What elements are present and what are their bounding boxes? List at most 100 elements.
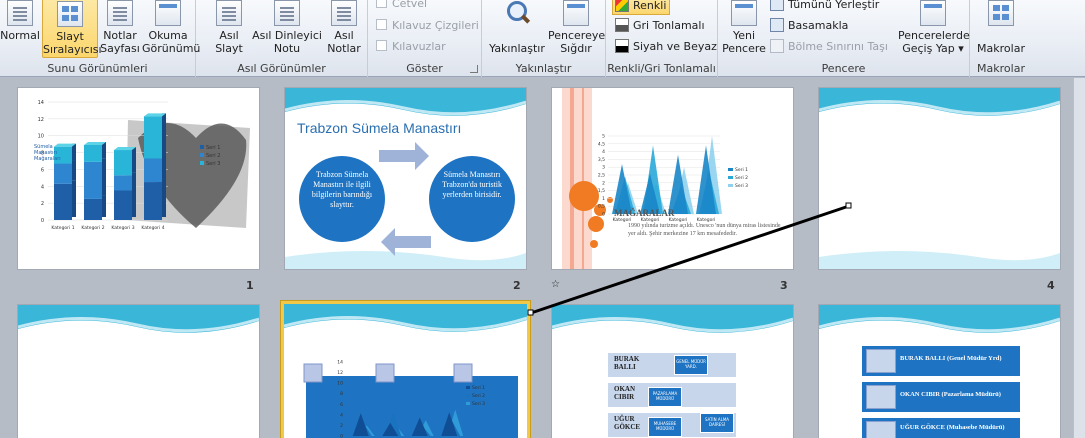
x-tick-label: Kategori 2 (81, 225, 104, 231)
slide-6-canvas: 02468101214KategoriKategoriKategoriKateg… (303, 360, 518, 438)
legend-swatch (466, 394, 470, 397)
slide-3-canvas: 00,511,522,533,544,55Kategori Kategori Kat… (562, 88, 748, 269)
normal-view-icon (7, 0, 33, 26)
move-split-button[interactable]: Bölme Sınırını Taşı (770, 38, 888, 57)
slide-thumbnail-6-selected[interactable]: 02468101214KategoriKategoriKategoriKateg… (281, 301, 530, 438)
arrange-all-button[interactable]: Tümünü Yerleştir (770, 0, 879, 15)
vertical-scrollbar[interactable] (1073, 78, 1085, 438)
slide-thumbnail-1[interactable]: 0 2 4 6 8 10 12 14 Kategori 1 Kategori 2 Kategori … (17, 87, 260, 270)
new-window-icon (731, 0, 757, 26)
legend-swatch (728, 184, 733, 187)
cascade-button[interactable]: Basamakla (770, 17, 848, 36)
group-label: Yakınlaştır (515, 62, 572, 75)
dialog-launcher-icon[interactable] (470, 65, 478, 73)
y-tick-label: 14 (337, 360, 343, 366)
guides-checkbox[interactable]: Kılavuzlar (376, 40, 446, 53)
switch-windows-button[interactable]: Pencerelerde Geçiş Yap ▾ (898, 0, 970, 58)
bar-side (102, 158, 106, 196)
list-row: BURAK BALLI (Genel Müdür Yrd) (861, 345, 1021, 377)
y-tick-label: 2 (340, 423, 343, 429)
y-tick-label: 0 (41, 218, 44, 224)
bar (54, 163, 72, 184)
color-mode-button[interactable]: Renkli (612, 0, 671, 15)
cycle-arrows (379, 142, 431, 256)
y-tick-label: 1,5 (598, 188, 605, 194)
notes-page-icon (107, 0, 133, 26)
legend-swatch (728, 176, 733, 179)
grayscale-button[interactable]: Gri Tonlamalı (615, 17, 705, 36)
transition-star-icon[interactable]: ☆ (551, 279, 560, 290)
new-window-button[interactable]: Yeni Pencere (722, 0, 766, 58)
legend-label: Seri 3 (472, 401, 485, 407)
org-box: SATIN ALMA DAİRESİ (700, 413, 734, 433)
slide-thumbnail-7[interactable]: BURAK BALLI OKAN CIBIR UĞUR GÖKCE GENEL … (551, 304, 794, 438)
y-tick-label: 12 (38, 117, 44, 123)
notes-page-button[interactable]: Notlar Sayfası (100, 0, 140, 58)
y-tick-label: 14 (38, 100, 44, 106)
bar (144, 158, 162, 183)
group-macros: Makrolar Makrolar (970, 0, 1032, 77)
square-marker (375, 363, 395, 383)
slide-master-icon (216, 0, 242, 26)
legend-swatch (200, 161, 204, 165)
reading-view-icon (155, 0, 181, 26)
handout-master-button[interactable]: Asıl Dinleyici Notu (252, 0, 322, 58)
reading-view-button[interactable]: Okuma Görünümü (142, 0, 200, 58)
slide-thumbnail-2[interactable]: Trabzon Sümela Manastırı Trabzon Sümela … (284, 87, 527, 270)
orange-circle (569, 181, 599, 211)
arrow-left-icon (381, 228, 431, 256)
arrange-all-icon (770, 0, 784, 11)
y-tick-label: 0 (602, 212, 605, 218)
slide-thumbnail-4[interactable] (818, 87, 1061, 270)
org-box: MUHASEBE MÜDÜRÜ (648, 417, 682, 437)
bar (84, 161, 102, 199)
legend-label: Seri 1 (472, 385, 485, 391)
normal-view-button[interactable]: Normal (0, 0, 40, 58)
group-presentation-views: Normal Slayt Sıralayıcısı Notlar Sayfası… (0, 0, 200, 77)
black-white-button[interactable]: Siyah ve Beyaz (615, 38, 717, 57)
y-tick-label: 3 (602, 165, 605, 171)
top-wave (819, 305, 1060, 333)
y-tick-label: 2 (602, 180, 605, 186)
handout-master-icon (274, 0, 300, 26)
grayscale-swatch-icon (615, 18, 629, 32)
macros-icon (988, 0, 1014, 26)
y-tick-label: 12 (337, 370, 343, 376)
chart-side-text: Sümela Manastırı Mağaraları (34, 144, 61, 162)
slide-thumbnail-5[interactable] (17, 304, 260, 438)
placeholder-square (866, 349, 896, 373)
legend-label: Seri 3 (206, 161, 220, 167)
notes-master-button[interactable]: Asıl Notlar (322, 0, 366, 58)
y-tick-label: 4,5 (598, 141, 605, 147)
y-tick-label: 0,5 (598, 204, 605, 210)
notes-master-icon (331, 0, 357, 26)
legend-label: Seri 3 (735, 183, 748, 189)
legend-swatch (466, 402, 470, 405)
name-row: BURAK BALLI (608, 353, 736, 377)
magnifier-icon (504, 0, 530, 26)
macros-button[interactable]: Makrolar (974, 0, 1028, 58)
checkbox-box (376, 40, 387, 51)
zoom-button[interactable]: Yakınlaştır (486, 0, 548, 58)
slide-thumbnail-3[interactable]: 0 0,5 1 1,5 2 2,5 3 3,5 4 4,5 5 Kategori Kategori Kat… (551, 87, 794, 270)
slide-sorter-button[interactable]: Slayt Sıralayıcısı (42, 0, 102, 58)
ruler-checkbox[interactable]: Cetvel (376, 0, 427, 10)
fit-to-window-button[interactable]: Pencereye Sığdır (548, 0, 605, 58)
y-tick-label: 6 (41, 167, 44, 173)
legend-label: Seri 2 (735, 175, 748, 181)
bar-side (72, 160, 76, 181)
group-show: Cetvel Kılavuz Çizgileri Kılavuzlar Göst… (368, 0, 482, 77)
cascade-icon (770, 18, 784, 32)
org-box: PAZARLAMA MÜDÜRÜ (648, 387, 682, 407)
list-row: UĞUR GÖKCE (Muhasebe Müdürü) (861, 417, 1021, 438)
list-row: OKAN CIBIR (Pazarlama Müdürü) (861, 381, 1021, 413)
move-split-icon (770, 39, 784, 53)
gridlines-checkbox[interactable]: Kılavuz Çizgileri (376, 19, 479, 32)
bar-side (102, 195, 106, 217)
group-label: Sunu Görünümleri (47, 62, 148, 75)
group-zoom: Yakınlaştır Pencereye Sığdır Yakınlaştır (482, 0, 606, 77)
slide-thumbnail-8[interactable]: BURAK BALLI (Genel Müdür Yrd) OKAN CIBIR… (818, 304, 1061, 438)
slide-number: 4 (1047, 279, 1055, 292)
group-color-grayscale: Renkli Gri Tonlamalı Siyah ve Beyaz Renk… (606, 0, 718, 77)
slide-master-button[interactable]: Asıl Slayt (208, 0, 250, 58)
